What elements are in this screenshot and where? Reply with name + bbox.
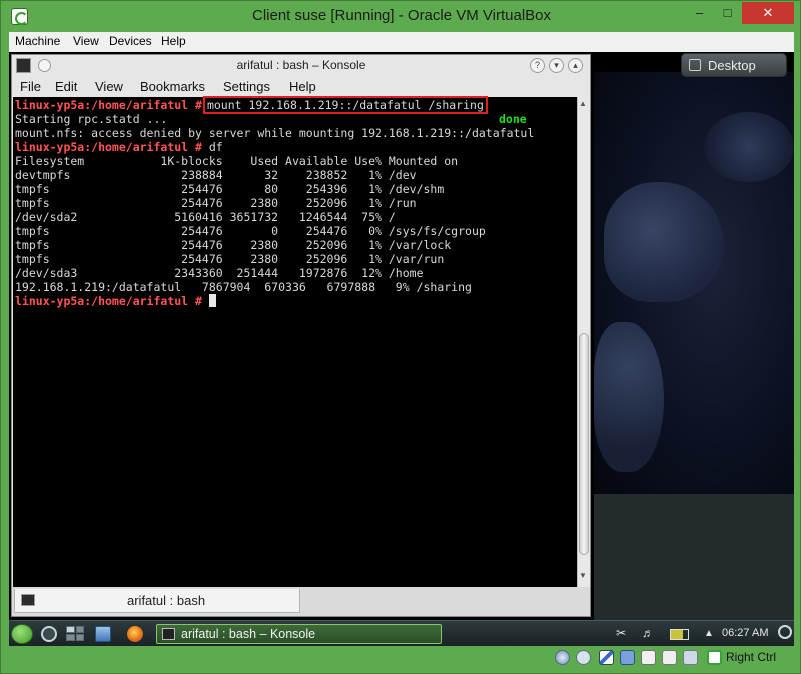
host-window-title: Client suse [Running] - Oracle VM Virtua… [251,7,552,24]
menu-machine[interactable]: Machine [15,34,60,48]
pager-icon[interactable] [66,626,84,641]
battery-icon[interactable] [670,629,689,640]
cashew-icon[interactable] [778,625,792,639]
usb-icon[interactable] [599,650,614,665]
konsole-help-button[interactable]: ? [530,58,545,73]
shared-folders-icon[interactable] [641,650,656,665]
df-row: tmpfs 254476 0 254476 0% /sys/fs/cgroup [15,224,486,238]
clock[interactable]: 06:27 AM [722,627,768,639]
maximize-button[interactable]: □ [714,2,741,24]
menu-edit[interactable]: Edit [55,79,77,94]
terminal-line: linux-yp5a:/home/arifatul # [15,294,216,308]
mouse-integration-icon[interactable] [707,650,722,665]
terminal-icon [162,628,175,640]
display-icon[interactable] [662,650,677,665]
taskbar-label: arifatul : bash – Konsole [181,627,316,641]
df-row: /dev/sda3 2343360 251444 1972876 12% /ho… [15,266,424,280]
menu-view[interactable]: View [95,79,123,94]
cashew-icon[interactable] [41,626,57,642]
scroll-down-arrow-icon[interactable]: ▼ [579,571,587,580]
scroll-up-arrow-icon[interactable]: ▲ [579,99,587,108]
dolphin-icon[interactable] [95,626,111,642]
firefox-icon[interactable] [127,626,143,642]
df-row: tmpfs 254476 2380 252096 1% /run [15,196,417,210]
df-row: tmpfs 254476 2380 252096 1% /var/lock [15,238,452,252]
virtualbox-window: Client suse [Running] - Oracle VM Virtua… [0,0,801,674]
kde-panel: arifatul : bash – Konsole ✂ ♬ ▲ 06:27 AM [9,620,794,646]
expand-arrow-icon[interactable]: ▲ [704,628,714,639]
terminal-line: linux-yp5a:/home/arifatul # mount 192.168… [15,96,488,114]
df-header: Filesystem 1K-blocks Used Available Use%… [15,154,459,168]
host-titlebar[interactable]: Client suse [Running] - Oracle VM Virtua… [1,1,801,31]
shell-prompt: linux-yp5a:/home/arifatul # [15,140,202,154]
konsole-maximize-button[interactable]: ▴ [568,58,583,73]
terminal-line: linux-yp5a:/home/arifatul # df [15,140,223,154]
konsole-window[interactable]: arifatul : bash – Konsole ? ▾ ▴ File Edi… [11,54,591,617]
menu-view[interactable]: View [73,34,99,48]
menu-settings[interactable]: Settings [223,79,270,94]
konsole-minimize-button[interactable]: ▾ [549,58,564,73]
video-capture-icon[interactable] [683,650,698,665]
scissors-icon[interactable]: ✂ [616,626,626,640]
terminal-icon [21,594,35,606]
scrollbar-thumb[interactable] [579,333,589,555]
df-row: 192.168.1.219:/datafatul 7867904 670336 … [15,280,472,294]
df-row: tmpfs 254476 80 254396 1% /dev/shm [15,182,445,196]
taskbar-konsole-button[interactable]: arifatul : bash – Konsole [156,624,442,644]
shell-prompt: linux-yp5a:/home/arifatul # [15,294,202,308]
host-key-label: Right Ctrl [726,650,777,664]
konsole-tabbar: arifatul : bash [12,587,590,616]
text-cursor [208,294,216,307]
desktop-background-lower [594,494,794,620]
done-status: done [499,112,527,126]
tab-label: arifatul : bash [127,593,206,608]
konsole-titlebar[interactable]: arifatul : bash – Konsole ? ▾ ▴ [12,55,590,77]
shell-prompt: linux-yp5a:/home/arifatul # [15,98,202,112]
df-row: tmpfs 254476 2380 252096 1% /var/run [15,252,445,266]
desktop-button-label: Desktop [708,58,756,73]
terminal-scrollbar[interactable]: ▲ ▼ [577,97,590,587]
df-row: /dev/sda2 5160416 3651732 1246544 75% / [15,210,396,224]
hard-disk-icon[interactable] [555,650,570,665]
konsole-window-title: arifatul : bash – Konsole [236,58,366,72]
menu-devices[interactable]: Devices [109,34,152,48]
df-row: devtmpfs 238884 32 238852 1% /dev [15,168,417,182]
desktop-icon [689,59,701,71]
optical-drive-icon[interactable] [576,650,591,665]
close-button[interactable]: ✕ [742,2,794,24]
terminal-line: mount.nfs: access denied by server while… [15,126,535,140]
guest-screen[interactable]: Desktop arifatul : bash – Konsole ? ▾ ▴ … [9,52,794,646]
network-icon[interactable] [620,650,635,665]
menu-bookmarks[interactable]: Bookmarks [140,79,205,94]
tab-bash[interactable]: arifatul : bash [14,589,300,613]
volume-icon[interactable]: ♬ [642,626,654,640]
terminal-output[interactable]: linux-yp5a:/home/arifatul # mount 192.168… [13,96,577,587]
host-menubar: Machine View Devices Help [9,32,794,52]
earth-night-wallpaper [594,72,794,494]
terminal-line: Starting rpc.statd ... done [15,112,527,126]
host-statusbar: Right Ctrl [549,648,795,668]
menu-file[interactable]: File [20,79,41,94]
kde-start-icon[interactable] [11,624,33,644]
menu-help[interactable]: Help [289,79,316,94]
menu-help[interactable]: Help [161,34,186,48]
minimize-button[interactable]: – [686,2,713,24]
konsole-menubar: File Edit View Bookmarks Settings Help [12,77,590,97]
desktop-folder-button[interactable]: Desktop [681,53,787,77]
